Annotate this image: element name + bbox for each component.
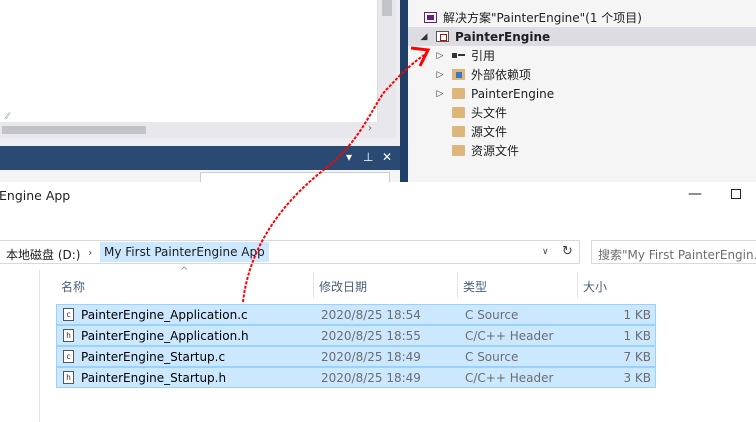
file-row[interactable]: c PainterEngine_Application.c 2020/8/25 … <box>56 304 656 325</box>
project-label: PainterEngine <box>455 29 551 44</box>
tree-item-source-files[interactable]: 源文件 <box>408 122 756 141</box>
tree-item-label: 资源文件 <box>471 144 520 158</box>
file-size: 3 KB <box>623 371 651 385</box>
navigation-pane[interactable] <box>24 270 40 422</box>
solution-label: 解决方案"PainterEngine"(1 个项目) <box>443 11 642 25</box>
folder-icon <box>452 88 465 99</box>
visual-studio-window: ⁄⁄ › ▾ ⊥ ✕ 解决方案"PainterEngine"(1 个项目) ◢ … <box>0 0 756 182</box>
project-icon <box>436 31 449 42</box>
tree-item-header-files[interactable]: 头文件 <box>408 103 756 122</box>
search-placeholder: 搜索"My First PainterEngin... <box>598 248 756 262</box>
tree-item-painterengine-folder[interactable]: ▷ PainterEngine <box>408 84 756 103</box>
h-file-icon: h <box>63 329 74 342</box>
external-dependencies-icon <box>452 69 465 80</box>
folder-icon <box>452 126 465 137</box>
column-name[interactable]: 名称 <box>56 272 314 298</box>
reference-icon <box>452 50 465 61</box>
tree-item-external-dependencies[interactable]: ▷ 外部依赖项 <box>408 65 756 84</box>
splitter[interactable] <box>400 0 408 182</box>
file-name: PainterEngine_Application.h <box>81 329 249 343</box>
file-row[interactable]: h PainterEngine_Startup.h 2020/8/25 18:4… <box>56 367 656 388</box>
column-size[interactable]: 大小 <box>578 272 656 298</box>
code-editor[interactable]: ⁄⁄ <box>0 0 378 122</box>
file-name: PainterEngine_Startup.h <box>81 371 227 385</box>
column-type[interactable]: 类型 <box>458 272 578 298</box>
solution-explorer: 解决方案"PainterEngine"(1 个项目) ◢ PainterEngi… <box>408 0 756 182</box>
output-panel-titlebar: ▾ ⊥ ✕ <box>0 146 400 170</box>
tree-item-label: 头文件 <box>471 106 508 120</box>
file-size: 1 KB <box>623 308 651 322</box>
scroll-right-icon[interactable]: › <box>368 123 372 134</box>
search-box[interactable]: 搜索"My First PainterEngin... <box>591 240 756 264</box>
breadcrumb-current-folder[interactable]: My First PainterEngine App <box>100 242 269 262</box>
tree-item-resource-files[interactable]: 资源文件 <box>408 141 756 160</box>
column-header-row: ^ 名称 修改日期 类型 大小 <box>56 266 656 298</box>
file-name: PainterEngine_Application.c <box>81 308 248 322</box>
file-name: PainterEngine_Startup.c <box>81 350 226 364</box>
pin-icon[interactable]: ⊥ <box>363 150 373 164</box>
collapsed-icon[interactable]: ▷ <box>434 51 446 61</box>
editor-margin-marks: ⁄⁄ <box>6 112 10 122</box>
file-explorer-window: Engine App — 本地磁盘 (D:) › My First Painte… <box>0 182 756 422</box>
chevron-down-icon[interactable]: ∨ <box>542 247 549 257</box>
close-icon[interactable]: ✕ <box>382 150 392 164</box>
file-type: C/C++ Header <box>465 371 554 385</box>
file-type: C Source <box>465 350 519 364</box>
expanded-icon[interactable]: ◢ <box>418 32 430 42</box>
editor-horizontal-scrollbar[interactable]: › <box>0 122 378 138</box>
window-titlebar[interactable]: Engine App — <box>0 182 756 214</box>
collapsed-icon[interactable]: ▷ <box>434 70 446 80</box>
file-size: 7 KB <box>623 350 651 364</box>
c-file-icon: c <box>63 308 74 321</box>
tree-item-label: 引用 <box>471 49 496 63</box>
tree-item-label: PainterEngine <box>471 86 555 101</box>
file-size: 1 KB <box>623 329 651 343</box>
collapsed-icon[interactable]: ▷ <box>434 89 446 99</box>
tree-item-references[interactable]: ▷ 引用 <box>408 46 756 65</box>
file-date: 2020/8/25 18:54 <box>321 308 421 322</box>
minimize-icon[interactable]: — <box>688 186 702 202</box>
c-file-icon: c <box>63 350 74 363</box>
editor-vertical-scrollbar[interactable] <box>378 0 396 138</box>
maximize-icon[interactable] <box>731 189 741 199</box>
file-date: 2020/8/25 18:55 <box>321 329 421 343</box>
panel-dropdown-icon[interactable]: ▾ <box>346 150 352 164</box>
address-bar[interactable]: 本地磁盘 (D:) › My First PainterEngine App ∨… <box>0 240 580 264</box>
file-date: 2020/8/25 18:49 <box>321 371 421 385</box>
tree-item-label: 源文件 <box>471 125 508 139</box>
window-title: Engine App <box>0 188 71 203</box>
scrollbar-thumb[interactable] <box>2 126 146 134</box>
file-type: C Source <box>465 308 519 322</box>
refresh-icon[interactable]: ↻ <box>562 244 573 259</box>
file-row[interactable]: h PainterEngine_Application.h 2020/8/25 … <box>56 325 656 346</box>
breadcrumb-drive[interactable]: 本地磁盘 (D:) <box>6 246 80 263</box>
file-row[interactable]: c PainterEngine_Startup.c 2020/8/25 18:4… <box>56 346 656 367</box>
solution-icon <box>424 12 437 23</box>
project-node[interactable]: ◢ PainterEngine <box>408 27 756 46</box>
tree-item-label: 外部依赖项 <box>471 68 532 82</box>
folder-icon <box>452 145 465 156</box>
file-date: 2020/8/25 18:49 <box>321 350 421 364</box>
scrollbar-thumb[interactable] <box>382 0 392 16</box>
panel-search-input[interactable] <box>200 172 390 182</box>
folder-icon <box>452 107 465 118</box>
h-file-icon: h <box>63 371 74 384</box>
file-type: C/C++ Header <box>465 329 554 343</box>
column-date-modified[interactable]: 修改日期 <box>314 272 458 298</box>
chevron-right-icon[interactable]: › <box>88 246 92 259</box>
solution-node[interactable]: 解决方案"PainterEngine"(1 个项目) <box>408 8 756 27</box>
